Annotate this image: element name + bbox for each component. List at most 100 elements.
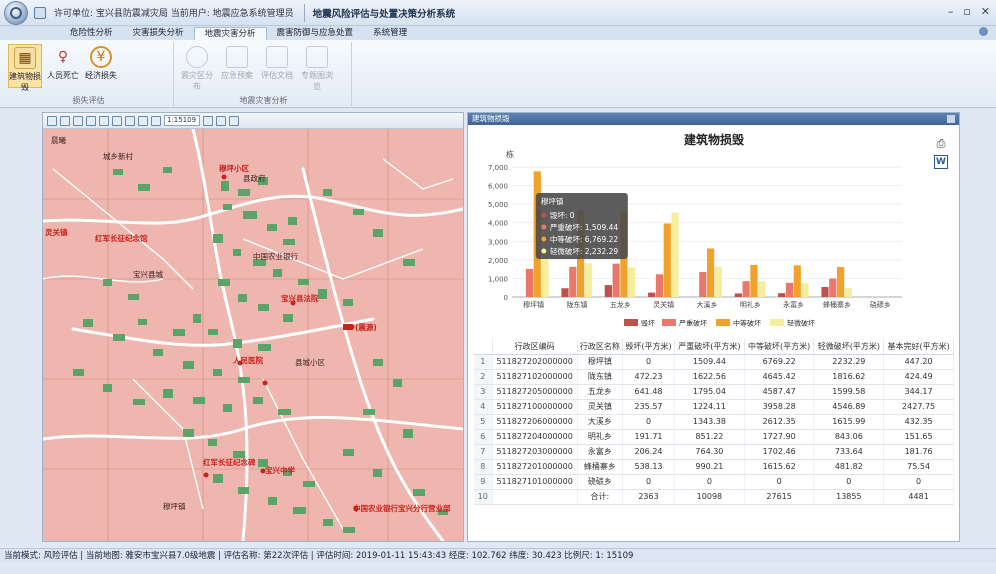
export-icon[interactable]: [229, 115, 239, 126]
table-cell: 硗碛乡: [577, 474, 623, 490]
x-tick-label: 陇东镇: [567, 300, 588, 309]
measure-icon[interactable]: [112, 115, 122, 126]
bar-3: [663, 223, 671, 297]
table-cell: 2427.75: [883, 399, 954, 415]
document-icon: [226, 46, 248, 68]
table-row[interactable]: 4 511827100000000 灵关镇 235.57 1224.11 3958.28 4…: [474, 399, 954, 415]
group-title-analysis: 地震灾害分析: [239, 96, 288, 105]
chart-panel: 建筑物损毁 建筑物损毁 ⎙ W 栋 0 1,000 2,000 3,000 4,000 5,…: [467, 112, 960, 542]
row-number: 5: [474, 414, 493, 430]
column-header[interactable]: 严重破坏(平方米): [674, 339, 745, 355]
tab-system-management[interactable]: 系统管理: [363, 27, 417, 40]
table-cell: [492, 489, 578, 505]
tooltip-row: 毁坏: 0: [550, 210, 575, 220]
y-tick-label: 2,000: [488, 257, 508, 265]
table-row[interactable]: 3 511827205000000 五龙乡 641.48 1795.04 4587.47 1…: [474, 384, 954, 400]
table-row[interactable]: 1 511827202000000 穆坪镇 0 1509.44 6769.22 2232.2…: [474, 354, 954, 370]
table-cell: 75.54: [883, 459, 954, 475]
layers-icon[interactable]: [151, 115, 161, 126]
x-tick-label: 蜂桶寨乡: [823, 300, 851, 309]
tab-earthquake-analysis[interactable]: 地震灾害分析: [193, 27, 267, 40]
table-cell: 511827202000000: [492, 354, 578, 370]
y-tick-label: 5,000: [488, 201, 508, 209]
identify-icon[interactable]: [99, 115, 109, 126]
column-header[interactable]: 基本完好(平方米): [883, 339, 954, 355]
table-cell: 1343.38: [674, 414, 745, 430]
bar-1: [821, 287, 829, 297]
legend-label: 毁坏: [641, 319, 655, 328]
table-row[interactable]: 7 511827203000000 永富乡 206.24 764.30 1702.46 73…: [474, 444, 954, 460]
x-tick-label: 永富乡: [783, 300, 804, 309]
print-icon[interactable]: ⎙: [934, 137, 948, 151]
bar-2: [612, 263, 620, 297]
map-label: 宝兴县城: [133, 270, 163, 279]
building-damage-button[interactable]: ▦ 建筑物损毁: [8, 44, 42, 92]
help-icon[interactable]: [979, 27, 988, 36]
table-row[interactable]: 10 合计: 2363 10098 27615 13855 4481: [474, 489, 954, 505]
table-row[interactable]: 2 511827102000000 陇东镇 472.23 1622.56 4645.42 1…: [474, 369, 954, 385]
zoom-in-icon[interactable]: [47, 115, 57, 126]
panel-close-icon[interactable]: [947, 115, 955, 123]
thematic-map-button[interactable]: 专题图浏览: [300, 44, 334, 91]
table-cell: 4481: [883, 489, 954, 505]
close-button[interactable]: ✕: [981, 5, 990, 18]
y-tick-label: 1,000: [488, 275, 508, 283]
tooltip-title: 穆坪镇: [541, 196, 564, 206]
bar-chart: 栋 0 1,000 2,000 3,000 4,000 5,000 6,000 7,000 穆坪镇…: [488, 149, 902, 328]
table-cell: 0: [883, 474, 954, 490]
pan-icon[interactable]: [73, 115, 83, 126]
casualty-button[interactable]: ♀ 人员死亡: [46, 44, 80, 88]
clear-icon[interactable]: [216, 115, 226, 126]
emergency-plan-label: 应急预案: [221, 71, 253, 80]
table-row[interactable]: 8 511827201000000 蜂桶寨乡 538.13 990.21 1615.62 4…: [474, 459, 954, 475]
legend-label: 轻微破坏: [787, 319, 815, 328]
table-cell: 447.20: [883, 354, 954, 370]
map-canvas[interactable]: 晨曦 城乡新村 穆坪小区 县政府 中国农业银行 宝兴县法院 灵关镇 红军长征纪念…: [43, 129, 463, 541]
result-table: 行政区编码 行政区名称 毁坏(平方米) 严重破坏(平方米) 中等破坏(平方米) …: [474, 339, 954, 505]
table-row[interactable]: 5 511827206000000 大溪乡 0 1343.38 2612.35 1615.9…: [474, 414, 954, 430]
ribbon: ▦ 建筑物损毁 ♀ 人员死亡 ¥ 经济损失 损失评估 震灾区分布 应急预案 评估…: [0, 40, 996, 108]
tab-defense-response[interactable]: 震害防御与应急处置: [267, 27, 364, 40]
emergency-plan-button[interactable]: 应急预案: [220, 44, 254, 88]
legend-swatch: [716, 319, 730, 326]
table-cell: 843.06: [813, 429, 885, 445]
word-export-icon[interactable]: W: [934, 155, 948, 169]
map-label: 人民医院: [233, 356, 263, 365]
bar-1: [561, 288, 569, 297]
assessment-doc-button[interactable]: 评估文档: [260, 44, 294, 88]
row-number: 1: [474, 354, 493, 370]
table-row[interactable]: 6 511827204000000 明礼乡 191.71 851.22 1727.90 84…: [474, 429, 954, 445]
minimize-button[interactable]: –: [948, 5, 954, 18]
table-row[interactable]: 9 511827101000000 硗碛乡 0 0 0 0 0: [474, 474, 954, 490]
table-cell: 1816.62: [813, 369, 885, 385]
save-icon[interactable]: [34, 6, 46, 19]
disaster-area-button[interactable]: 震灾区分布: [180, 44, 214, 91]
column-header[interactable]: 行政区编码: [492, 339, 578, 355]
select-icon[interactable]: [125, 115, 135, 126]
casualty-label: 人员死亡: [47, 71, 79, 80]
tab-loss-analysis[interactable]: 灾害损失分析: [123, 27, 194, 40]
bar-2: [525, 268, 534, 297]
column-header[interactable]: 毁坏(平方米): [622, 339, 676, 355]
tab-hazard-analysis[interactable]: 危险性分析: [60, 27, 123, 40]
table-cell: 陇东镇: [577, 369, 623, 385]
x-tick-label: 明礼乡: [740, 300, 761, 309]
scale-input[interactable]: 1:15109: [164, 115, 200, 126]
y-tick-label: 6,000: [488, 183, 508, 191]
table-cell: 4587.47: [744, 384, 815, 400]
zoom-out-icon[interactable]: [60, 115, 70, 126]
table-cell: 1727.90: [744, 429, 815, 445]
column-header[interactable]: 中等破坏(平方米): [744, 339, 815, 355]
table-cell: 472.23: [622, 369, 676, 385]
column-header[interactable]: 行政区名称: [577, 339, 623, 355]
table-cell: 511827206000000: [492, 414, 578, 430]
column-header[interactable]: 轻微破坏(平方米): [813, 339, 885, 355]
economic-loss-button[interactable]: ¥ 经济损失: [84, 44, 118, 88]
app-menu-button[interactable]: [4, 0, 28, 25]
panel-header: 建筑物损毁: [468, 113, 959, 125]
maximize-button[interactable]: ▫: [963, 5, 970, 18]
refresh-icon[interactable]: [138, 115, 148, 126]
apply-scale-icon[interactable]: [203, 115, 213, 126]
table-cell: 851.22: [674, 429, 745, 445]
full-extent-icon[interactable]: [86, 115, 96, 126]
